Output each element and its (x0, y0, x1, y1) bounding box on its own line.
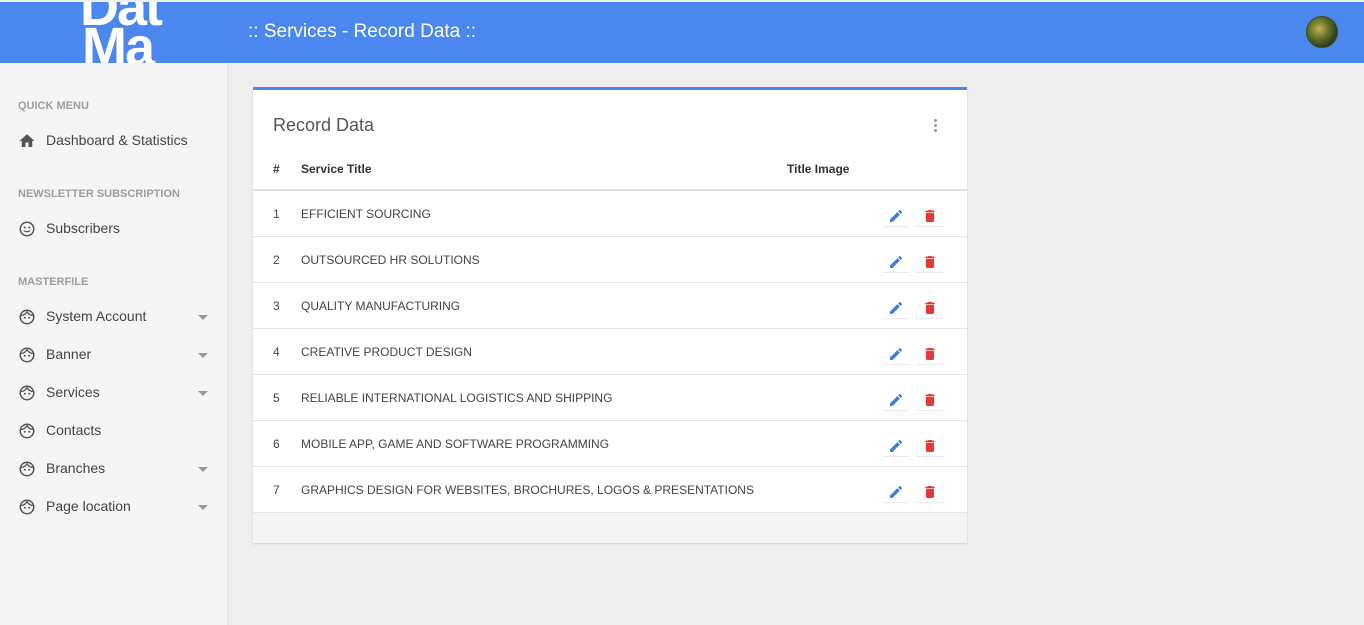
chevron-down-icon (198, 467, 208, 472)
pencil-icon (890, 393, 903, 406)
face-icon (19, 347, 35, 363)
trash-icon (925, 256, 935, 268)
card-footer (253, 513, 967, 543)
logo-text-line2: Ma (82, 17, 155, 63)
sidebar-item-label: Page location (46, 498, 131, 514)
pencil-icon (890, 301, 903, 314)
column-header-number: # (273, 162, 280, 176)
sidebar-item-branches[interactable]: Branches (0, 453, 228, 483)
delete-button[interactable] (917, 481, 943, 503)
sidebar-item-label: Contacts (46, 422, 102, 438)
row-number: 2 (273, 253, 280, 267)
edit-button[interactable] (883, 481, 909, 503)
row-number: 6 (273, 437, 280, 451)
section-header-newsletter: NEWSLETTER SUBSCRIPTION (18, 188, 180, 200)
sidebar: QUICK MENU Dashboard & Statistics NEWSLE… (0, 63, 228, 625)
table-row: 4 CREATIVE PRODUCT DESIGN (253, 329, 967, 375)
face-icon (19, 309, 35, 325)
row-service-title: GRAPHICS DESIGN FOR WEBSITES, BROCHURES,… (301, 483, 754, 497)
delete-button[interactable] (917, 343, 943, 365)
chevron-down-icon (198, 391, 208, 396)
row-number: 1 (273, 207, 280, 221)
sidebar-item-label: Subscribers (46, 220, 120, 236)
sidebar-item-label: System Account (46, 308, 147, 324)
sidebar-item-page-location[interactable]: Page location (0, 491, 228, 521)
row-number: 4 (273, 345, 280, 359)
home-icon (19, 134, 35, 147)
section-header-masterfile: MASTERFILE (18, 276, 89, 288)
sidebar-item-label: Branches (46, 460, 106, 476)
trash-icon (925, 302, 935, 314)
sidebar-item-dashboard[interactable]: Dashboard & Statistics (0, 125, 228, 155)
edit-button[interactable] (883, 389, 909, 411)
row-number: 5 (273, 391, 280, 405)
table-row: 5 RELIABLE INTERNATIONAL LOGISTICS AND S… (253, 375, 967, 421)
pencil-icon (890, 347, 903, 360)
table-row: 7 GRAPHICS DESIGN FOR WEBSITES, BROCHURE… (253, 467, 967, 513)
trash-icon (925, 440, 935, 452)
face-icon (19, 423, 35, 439)
pencil-icon (890, 209, 903, 222)
trash-icon (925, 348, 935, 360)
row-service-title: RELIABLE INTERNATIONAL LOGISTICS AND SHI… (301, 391, 613, 405)
user-avatar[interactable] (1306, 16, 1338, 48)
sidebar-item-system-account[interactable]: System Account (0, 301, 228, 331)
sidebar-item-banner[interactable]: Banner (0, 339, 228, 369)
sidebar-item-label: Services (46, 384, 100, 400)
row-service-title: MOBILE APP, GAME AND SOFTWARE PROGRAMMIN… (301, 437, 610, 451)
page-title: :: Services - Record Data :: (248, 21, 477, 42)
trash-icon (925, 394, 935, 406)
delete-button[interactable] (917, 251, 943, 273)
sidebar-item-services[interactable]: Services (0, 377, 228, 407)
row-service-title: EFFICIENT SOURCING (301, 207, 431, 221)
table-row: 3 QUALITY MANUFACTURING (253, 283, 967, 329)
table-row: 1 EFFICIENT SOURCING (253, 191, 967, 237)
table-row: 6 MOBILE APP, GAME AND SOFTWARE PROGRAMM… (253, 421, 967, 467)
chevron-down-icon (198, 505, 208, 510)
column-header-service-title: Service Title (301, 162, 372, 176)
pencil-icon (890, 255, 903, 268)
pencil-icon (890, 439, 903, 452)
edit-button[interactable] (883, 297, 909, 319)
record-data-card: Record Data # Service Title Title Image … (253, 87, 967, 543)
edit-button[interactable] (883, 435, 909, 457)
delete-button[interactable] (917, 389, 943, 411)
section-header-quick-menu: QUICK MENU (18, 100, 89, 112)
edit-button[interactable] (883, 343, 909, 365)
edit-button[interactable] (883, 205, 909, 227)
face-icon (19, 499, 35, 515)
trash-icon (925, 486, 935, 498)
app-header: Dat Ma :: Services - Record Data :: (0, 2, 1364, 63)
sidebar-item-contacts[interactable]: Contacts (0, 415, 228, 445)
chevron-down-icon (198, 315, 208, 320)
delete-button[interactable] (917, 297, 943, 319)
pencil-icon (890, 485, 903, 498)
sidebar-item-label: Banner (46, 346, 92, 362)
row-number: 3 (273, 299, 280, 313)
row-service-title: QUALITY MANUFACTURING (301, 299, 461, 313)
sidebar-item-label: Dashboard & Statistics (46, 132, 188, 148)
face-icon (19, 385, 35, 401)
table-row: 2 OUTSOURCED HR SOLUTIONS (253, 237, 967, 283)
brand-logo[interactable]: Dat Ma (80, 2, 198, 63)
delete-button[interactable] (917, 205, 943, 227)
row-service-title: OUTSOURCED HR SOLUTIONS (301, 253, 480, 267)
smiley-icon (19, 221, 35, 237)
more-options-icon[interactable] (929, 118, 941, 134)
card-title: Record Data (273, 115, 375, 135)
face-icon (19, 461, 35, 477)
delete-button[interactable] (917, 435, 943, 457)
trash-icon (925, 210, 935, 222)
edit-button[interactable] (883, 251, 909, 273)
column-header-title-image: Title Image (787, 162, 850, 176)
row-service-title: CREATIVE PRODUCT DESIGN (301, 345, 472, 359)
sidebar-item-subscribers[interactable]: Subscribers (0, 213, 228, 243)
row-number: 7 (273, 483, 280, 497)
chevron-down-icon (198, 353, 208, 358)
